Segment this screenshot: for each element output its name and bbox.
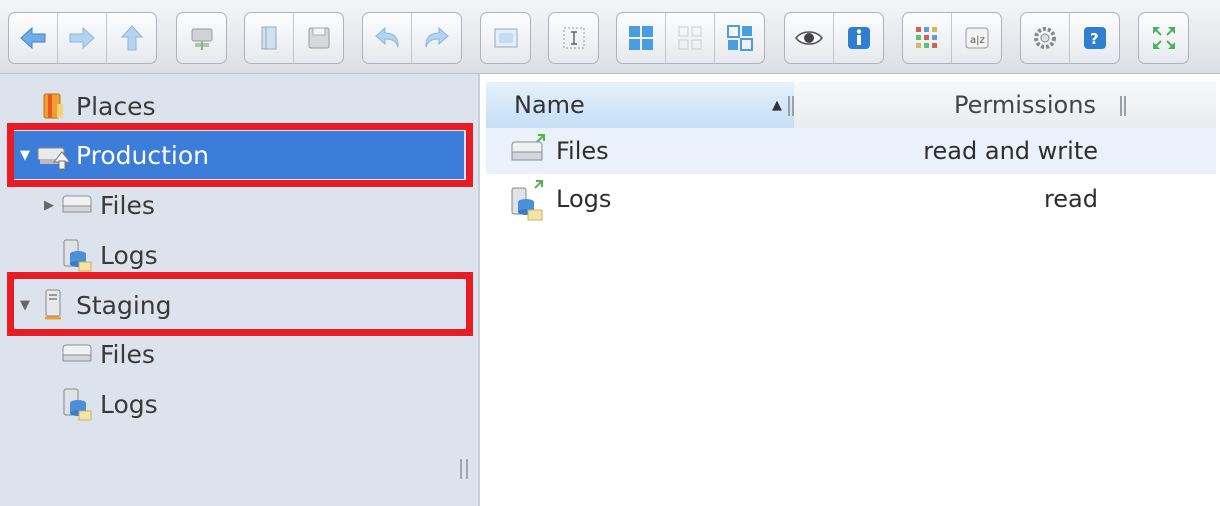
tree-label-production-logs: Logs — [100, 240, 158, 270]
grid-apps-button[interactable] — [903, 13, 952, 63]
svg-text:a|z: a|z — [970, 35, 985, 46]
large-tiles-icon — [629, 26, 653, 50]
list-row-logs[interactable]: Logs read — [486, 176, 1216, 222]
list-row-files[interactable]: Files read and write — [486, 128, 1216, 174]
eye-icon — [795, 31, 823, 45]
redo-button[interactable] — [412, 13, 461, 63]
forward-button[interactable] — [58, 13, 107, 63]
sort-az-button[interactable]: a|z — [952, 13, 1001, 63]
row-name: Logs — [556, 185, 612, 213]
info-button[interactable] — [834, 13, 883, 63]
sort-az-icon: a|z — [965, 27, 988, 49]
column-resize-handle[interactable] — [1120, 96, 1126, 116]
undo-button[interactable] — [363, 13, 412, 63]
connect-drive-icon — [191, 28, 212, 50]
up-arrow-icon — [120, 25, 143, 51]
tree-label-production-files: Files — [100, 190, 155, 220]
up-button[interactable] — [107, 13, 156, 63]
history-button-group — [362, 12, 462, 64]
undo-icon — [375, 26, 399, 48]
highlight-box-production — [7, 123, 473, 187]
expand-arrow-icon[interactable]: ▶ — [38, 198, 60, 213]
image-window-icon — [494, 28, 517, 48]
row-permissions: read and write — [923, 137, 1098, 165]
column-header-permissions[interactable]: Permissions — [954, 82, 1104, 128]
tree-node-staging-files[interactable]: Files — [38, 330, 458, 378]
tree-label-places: Places — [76, 91, 156, 121]
help-icon: ? — [1083, 27, 1106, 49]
toolbar: a|z ? — [0, 0, 1220, 74]
help-button[interactable]: ? — [1070, 13, 1119, 63]
tree-node-production-files[interactable]: ▶ Files — [38, 181, 458, 229]
permissions-list: Name ▲ Permissions Files read and write … — [482, 74, 1220, 506]
shared-log-database-icon — [508, 180, 548, 221]
row-name: Files — [556, 137, 609, 165]
log-database-icon — [60, 238, 94, 272]
small-tiles-button[interactable] — [666, 13, 715, 63]
column-resize-handle[interactable] — [788, 96, 794, 116]
large-tiles-button[interactable] — [617, 13, 666, 63]
sort-button-group: a|z — [902, 12, 1002, 64]
list-header: Name ▲ Permissions — [486, 82, 1216, 128]
grid-apps-icon — [916, 27, 937, 48]
settings-gear-icon — [1034, 27, 1056, 49]
info-icon — [847, 27, 870, 49]
rename-button-group — [548, 12, 599, 64]
fullscreen-button[interactable] — [1139, 13, 1188, 63]
settings-button-group: ? — [1020, 12, 1120, 64]
small-tiles-icon — [678, 26, 702, 50]
nav-button-group — [8, 12, 157, 64]
book-button[interactable] — [245, 13, 294, 63]
back-arrow-icon — [20, 26, 46, 50]
view-button-group — [616, 12, 765, 64]
book-icon — [261, 26, 277, 50]
image-button-group — [480, 12, 531, 64]
sort-ascending-icon: ▲ — [772, 98, 782, 113]
save-disk-icon — [308, 27, 329, 49]
image-button[interactable] — [481, 13, 530, 63]
list-tiles-icon — [726, 25, 753, 51]
list-tiles-button[interactable] — [715, 13, 764, 63]
connect-button[interactable] — [177, 13, 226, 63]
tree-node-staging-logs[interactable]: Logs — [38, 380, 458, 428]
places-icon — [36, 89, 70, 123]
fullscreen-icon — [1152, 27, 1175, 49]
svg-text:?: ? — [1090, 30, 1099, 48]
shared-drive-icon — [508, 132, 548, 172]
tree-label-staging-logs: Logs — [100, 389, 158, 419]
panel-splitter-handle[interactable] — [460, 459, 468, 479]
preview-button[interactable] — [785, 13, 834, 63]
forward-arrow-icon — [69, 26, 95, 50]
places-tree: Places ▼ Production ▶ Files Logs ▼ Stagi… — [0, 74, 480, 506]
fullscreen-button-group — [1138, 12, 1189, 64]
log-database-icon — [60, 387, 94, 421]
redo-icon — [424, 26, 449, 48]
drive-icon — [60, 337, 94, 371]
settings-button[interactable] — [1021, 13, 1070, 63]
rename-icon — [563, 27, 584, 49]
file-button-group — [244, 12, 344, 64]
column-header-name[interactable]: Name — [486, 82, 794, 128]
rename-button[interactable] — [549, 13, 598, 63]
save-button[interactable] — [294, 13, 343, 63]
connect-button-group — [176, 12, 227, 64]
tree-label-staging-files: Files — [100, 339, 155, 369]
back-button[interactable] — [9, 13, 58, 63]
drive-icon — [60, 188, 94, 222]
preview-button-group — [784, 12, 884, 64]
row-permissions: read — [1043, 185, 1098, 213]
highlight-box-staging — [7, 272, 473, 336]
